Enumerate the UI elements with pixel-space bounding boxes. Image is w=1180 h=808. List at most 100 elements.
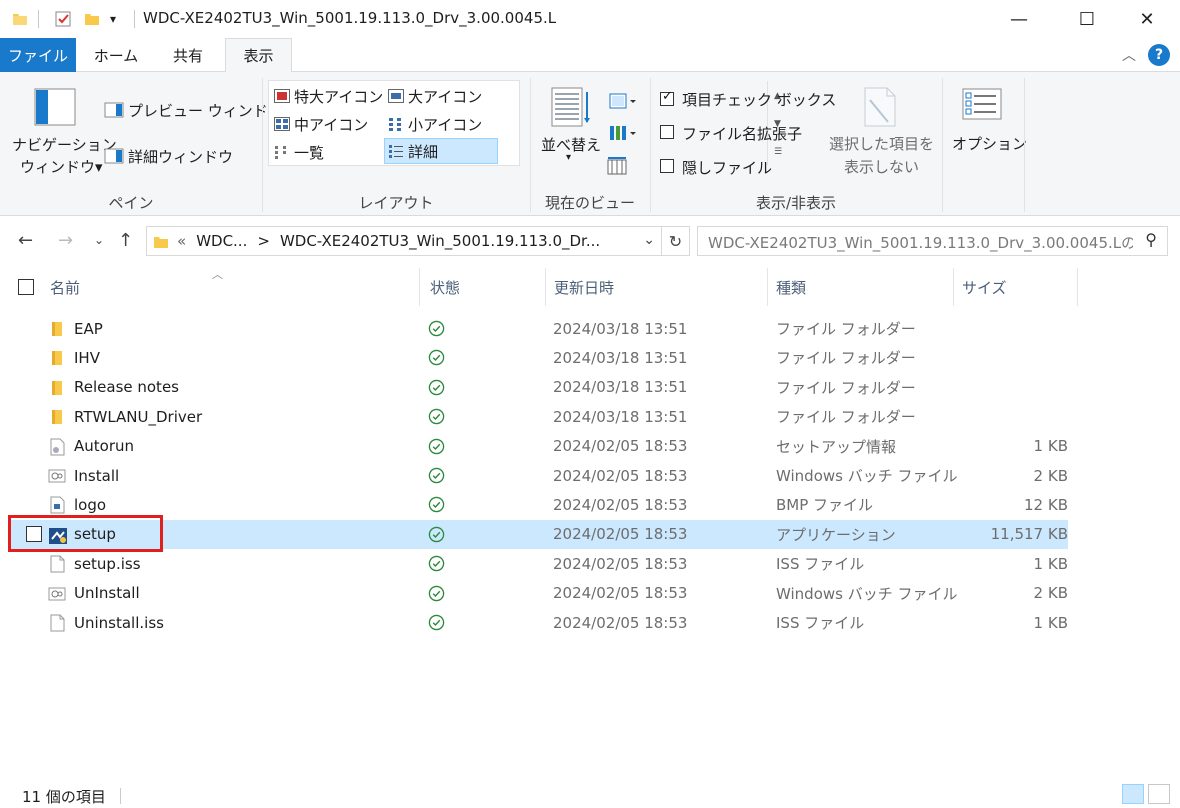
batch-file-icon: [48, 467, 66, 485]
status-bar: 11 個の項目: [0, 782, 1180, 808]
sort-dropdown-icon[interactable]: ▾: [566, 152, 571, 163]
file-row[interactable]: logo 2024/02/05 18:53 BMP ファイル 12 KB: [8, 490, 1068, 519]
sync-status-icon: [428, 314, 445, 343]
navigation-bar: ← → ⌄ ↑ « WDC... > WDC-XE2402TU3_Win_500…: [0, 218, 1180, 264]
pane-group-label: ペイン: [108, 194, 154, 212]
properties-icon[interactable]: [54, 10, 72, 28]
file-row[interactable]: EAP 2024/03/18 13:51 ファイル フォルダー: [8, 314, 1068, 343]
file-name[interactable]: Release notes: [74, 373, 179, 402]
up-arrow-icon[interactable]: ↑: [118, 230, 133, 251]
large-icons-view-icon[interactable]: [1148, 784, 1170, 804]
help-icon[interactable]: ?: [1148, 44, 1170, 66]
details-pane-icon: [104, 148, 124, 164]
item-checkbox-toggle[interactable]: [660, 89, 674, 106]
column-header: 名前 ︿ 状態 更新日時 種類 サイズ: [0, 268, 1180, 306]
breadcrumb-overflow[interactable]: «: [177, 232, 186, 250]
show-hide-group-label: 表示/非表示: [755, 194, 837, 212]
file-name[interactable]: EAP: [74, 314, 103, 343]
column-date[interactable]: 更新日時: [546, 268, 768, 306]
gallery-more-icon[interactable]: ☰: [774, 147, 782, 157]
file-row[interactable]: setup 2024/02/05 18:53 アプリケーション 11,517 KB: [8, 519, 1068, 549]
folder-icon[interactable]: [12, 11, 28, 27]
preview-pane-button[interactable]: プレビュー ウィンドウ: [128, 100, 283, 121]
hidden-files-toggle[interactable]: [660, 159, 674, 173]
details-view-icon[interactable]: [1122, 784, 1144, 804]
file-row[interactable]: setup.iss 2024/02/05 18:53 ISS ファイル 1 KB: [8, 549, 1068, 578]
close-button[interactable]: ✕: [1124, 0, 1170, 38]
back-arrow-icon[interactable]: ←: [18, 230, 33, 251]
file-row[interactable]: Autorun 2024/02/05 18:53 セットアップ情報 1 KB: [8, 432, 1068, 461]
extensions-toggle[interactable]: [660, 125, 674, 139]
customize-toolbar-icon[interactable]: ▾: [110, 8, 116, 30]
file-date: 2024/02/05 18:53: [553, 466, 688, 485]
search-box[interactable]: WDC-XE2402TU3_Win_5001.19.113.0_Drv_3.00…: [697, 226, 1168, 256]
breadcrumb-separator[interactable]: >: [257, 232, 270, 250]
file-name[interactable]: Install: [74, 461, 119, 490]
file-icon: [48, 555, 66, 573]
column-name[interactable]: 名前: [42, 268, 420, 306]
file-row[interactable]: IHV 2024/03/18 13:51 ファイル フォルダー: [8, 343, 1068, 372]
file-row[interactable]: Release notes 2024/03/18 13:51 ファイル フォルダー: [8, 373, 1068, 402]
details-pane-button[interactable]: 詳細ウィンドウ: [128, 146, 233, 167]
refresh-icon[interactable]: ↻: [662, 226, 690, 256]
layout-large-icons[interactable]: 大アイコン: [385, 83, 482, 109]
navigation-pane-button[interactable]: ナビゲーション: [12, 134, 117, 155]
file-name[interactable]: setup.iss: [74, 549, 141, 578]
new-folder-icon[interactable]: [84, 11, 100, 27]
file-row[interactable]: Uninstall.iss 2024/02/05 18:53 ISS ファイル 1 K…: [8, 608, 1068, 637]
address-bar[interactable]: « WDC... > WDC-XE2402TU3_Win_5001.19.113…: [146, 226, 662, 256]
file-row[interactable]: UnInstall 2024/02/05 18:53 Windows バッチ ファイ…: [8, 579, 1068, 608]
forward-arrow-icon[interactable]: →: [58, 230, 73, 251]
title-bar: ▾ WDC-XE2402TU3_Win_5001.19.113.0_Drv_3.…: [0, 0, 1180, 38]
file-size: 2 KB: [1033, 466, 1068, 485]
file-name[interactable]: Autorun: [74, 432, 134, 461]
address-dropdown-icon[interactable]: ⌄: [643, 232, 655, 248]
navigation-pane-label[interactable]: ウィンドウ▾: [20, 156, 103, 177]
layout-details[interactable]: 詳細: [384, 138, 498, 164]
layout-medium-icons[interactable]: 中アイコン: [271, 111, 368, 137]
column-date-label: 更新日時: [554, 278, 615, 297]
recent-locations-icon[interactable]: ⌄: [94, 233, 104, 247]
file-name[interactable]: UnInstall: [74, 579, 140, 608]
options-button[interactable]: オプション: [952, 133, 1027, 154]
setup-info-icon: [48, 438, 66, 456]
batch-file-icon: [48, 585, 66, 603]
collapse-ribbon-icon[interactable]: ︿: [1122, 45, 1136, 65]
file-name[interactable]: RTWLANU_Driver: [74, 402, 202, 431]
layout-list[interactable]: 一覧: [271, 139, 324, 165]
file-row[interactable]: Install 2024/02/05 18:53 Windows バッチ ファイル 2…: [8, 461, 1068, 490]
column-name-label: 名前: [50, 278, 81, 297]
file-date: 2024/03/18 13:51: [553, 407, 688, 426]
hide-selected-button[interactable]: 選択した項目を: [829, 133, 934, 154]
file-row[interactable]: RTWLANU_Driver 2024/03/18 13:51 ファイル フォルダー: [8, 402, 1068, 431]
file-name[interactable]: IHV: [74, 343, 100, 372]
tab-home[interactable]: ホーム: [86, 38, 146, 72]
column-size[interactable]: サイズ: [954, 268, 1078, 306]
file-type: Windows バッチ ファイル: [776, 584, 958, 603]
hide-selected-label: 表示しない: [844, 158, 920, 176]
tab-file[interactable]: ファイル: [0, 38, 76, 72]
layout-label: 特大アイコン: [294, 87, 384, 106]
search-icon[interactable]: ⚲: [1145, 230, 1157, 249]
extensions-label: ファイル名拡張子: [682, 125, 803, 143]
minimize-button[interactable]: —: [996, 0, 1042, 38]
size-columns-icon[interactable]: [606, 156, 630, 176]
add-columns-icon[interactable]: [608, 124, 640, 142]
search-input[interactable]: WDC-XE2402TU3_Win_5001.19.113.0_Drv_3.00…: [708, 232, 1133, 253]
extra-large-icons-icon: [274, 89, 290, 103]
select-all-checkbox[interactable]: [18, 279, 34, 295]
tab-share[interactable]: 共有: [158, 38, 218, 72]
maximize-button[interactable]: ☐: [1064, 0, 1110, 38]
file-name[interactable]: Uninstall.iss: [74, 608, 164, 637]
file-date: 2024/03/18 13:51: [553, 348, 688, 367]
layout-small-icons[interactable]: 小アイコン: [385, 111, 482, 137]
group-by-icon[interactable]: [608, 92, 640, 110]
layout-gallery: 特大アイコン 大アイコン 中アイコン 小アイコン 一覧 詳細 ▲ ▼ ☰: [268, 80, 782, 166]
layout-extra-large-icons[interactable]: 特大アイコン: [271, 83, 383, 109]
sync-status-icon: [428, 549, 445, 578]
breadcrumb-parent[interactable]: WDC...: [196, 232, 247, 250]
breadcrumb-current[interactable]: WDC-XE2402TU3_Win_5001.19.113.0_Dr...: [280, 232, 600, 250]
column-status[interactable]: 状態: [422, 268, 546, 306]
column-type[interactable]: 種類: [768, 268, 954, 306]
tab-view[interactable]: 表示: [225, 38, 292, 73]
